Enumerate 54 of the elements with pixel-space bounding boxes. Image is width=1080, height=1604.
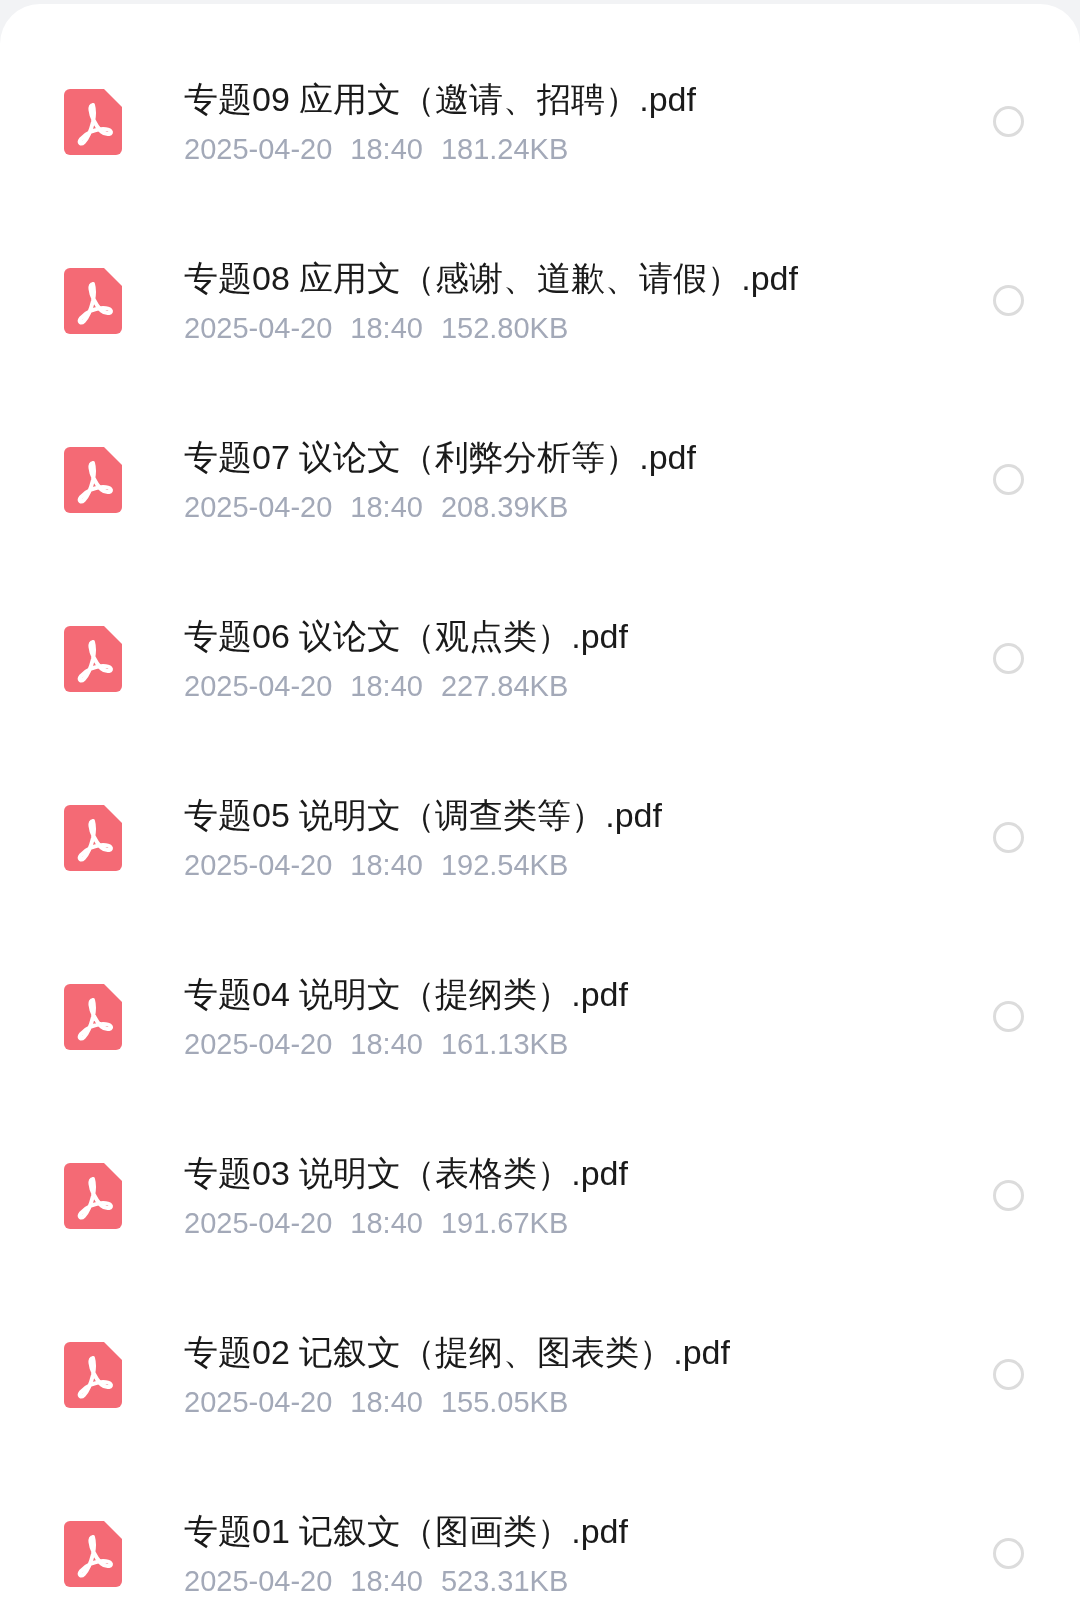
file-date: 2025-04-20 [184, 1205, 333, 1241]
file-date: 2025-04-20 [184, 1026, 333, 1062]
file-date: 2025-04-20 [184, 489, 333, 525]
pdf-file-icon [64, 625, 122, 692]
pdf-file-icon [64, 1162, 122, 1229]
file-date: 2025-04-20 [184, 847, 333, 883]
file-size: 523.31KB [440, 1563, 569, 1599]
pdf-file-icon [64, 446, 122, 513]
select-radio[interactable] [993, 285, 1024, 316]
file-time: 18:40 [350, 131, 423, 167]
file-time: 18:40 [350, 310, 423, 346]
file-name: 专题07 议论文（利弊分析等）.pdf [184, 436, 697, 478]
file-date: 2025-04-20 [184, 1563, 333, 1599]
file-time: 18:40 [350, 1563, 423, 1599]
file-time: 18:40 [350, 489, 423, 525]
file-size: 208.39KB [440, 489, 569, 525]
pdf-file-icon [64, 88, 122, 155]
pdf-file-icon [64, 983, 122, 1050]
pdf-file-icon [64, 804, 122, 871]
select-radio[interactable] [993, 1359, 1024, 1390]
file-name: 专题05 说明文（调查类等）.pdf [184, 794, 663, 836]
select-radio[interactable] [993, 1538, 1024, 1569]
file-size: 161.13KB [440, 1026, 569, 1062]
file-date: 2025-04-20 [184, 668, 333, 704]
file-time: 18:40 [350, 668, 423, 704]
file-size: 152.80KB [440, 310, 569, 346]
file-date: 2025-04-20 [184, 131, 333, 167]
select-radio[interactable] [993, 1180, 1024, 1211]
select-radio[interactable] [993, 464, 1024, 495]
file-size: 191.67KB [440, 1205, 569, 1241]
file-time: 18:40 [350, 1384, 423, 1420]
file-time: 18:40 [350, 1205, 423, 1241]
file-date: 2025-04-20 [184, 1384, 333, 1420]
file-name: 专题01 记叙文（图画类）.pdf [184, 1510, 629, 1552]
file-size: 181.24KB [440, 131, 569, 167]
file-name: 专题04 说明文（提纲类）.pdf [184, 973, 629, 1015]
pdf-file-icon [64, 1341, 122, 1408]
file-size: 227.84KB [440, 668, 569, 704]
file-date: 2025-04-20 [184, 310, 333, 346]
file-name: 专题03 说明文（表格类）.pdf [184, 1152, 629, 1194]
select-radio[interactable] [993, 822, 1024, 853]
select-radio[interactable] [993, 643, 1024, 674]
pdf-file-icon [64, 1520, 122, 1587]
file-time: 18:40 [350, 1026, 423, 1062]
file-name: 专题06 议论文（观点类）.pdf [184, 615, 629, 657]
pdf-file-icon [64, 267, 122, 334]
file-size: 155.05KB [440, 1384, 569, 1420]
file-name: 专题08 应用文（感谢、道歉、请假）.pdf [184, 257, 799, 299]
file-time: 18:40 [350, 847, 423, 883]
file-size: 192.54KB [440, 847, 569, 883]
select-radio[interactable] [993, 1001, 1024, 1032]
file-name: 专题09 应用文（邀请、招聘）.pdf [184, 78, 697, 120]
file-name: 专题02 记叙文（提纲、图表类）.pdf [184, 1331, 731, 1373]
select-radio[interactable] [993, 106, 1024, 137]
